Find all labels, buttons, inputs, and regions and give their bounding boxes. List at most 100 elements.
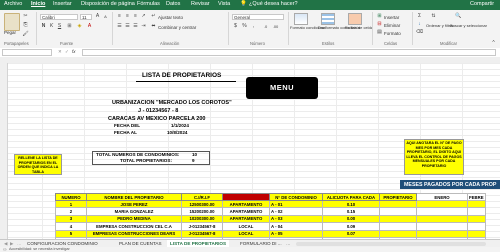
underline-icon[interactable]: S [56,23,63,30]
conditional-format-icon[interactable] [294,13,308,25]
share-button[interactable]: Compartir [470,1,494,7]
menu-vista[interactable]: Vista [218,1,230,7]
menu-inicio[interactable]: Inicio [31,1,45,7]
horizontal-scrollbar[interactable] [296,242,486,246]
find-select-icon[interactable]: 🔍 [455,13,462,20]
format-as-table-icon[interactable] [321,13,335,25]
align-bottom-icon[interactable]: ≡ [132,13,139,20]
clear-icon[interactable]: ⌫ [416,29,423,36]
cell-propietario[interactable] [379,229,417,238]
cell-ci-rif[interactable]: 15200200.00 [181,207,223,216]
indent-icon[interactable]: ⇥ [140,23,147,30]
insert-cells-icon[interactable]: ⊞ [376,13,383,20]
row-headers[interactable] [0,63,8,239]
font-size-select[interactable]: 11 [80,14,92,20]
cell-febrero[interactable] [467,229,486,238]
cell-ci-rif[interactable]: 12500300.00 [181,199,223,209]
cell-condominio[interactable]: A - 03 [269,214,323,224]
fill-icon[interactable]: ↓ [416,21,423,28]
cell-febrero[interactable] [467,214,486,224]
copy-icon[interactable]: ⎘ [22,22,29,29]
cell-enero[interactable] [416,199,468,209]
cell-numero[interactable]: 2 [55,207,87,216]
table-row[interactable]: 4 EMPRESA CONSTRUCCION CEL C.A J-01234567-… [55,222,486,231]
collapse-ribbon-icon[interactable]: ^ [490,40,497,47]
cell-tipo[interactable]: APARTAMENTO [222,214,270,224]
cell-alicuota[interactable]: 0.00 [322,214,380,224]
cell-numero[interactable]: 5 [55,229,87,238]
cell-febrero[interactable] [467,222,486,231]
cell-ci-rif[interactable]: 10200300.00 [181,214,223,224]
col-header-ci-rif[interactable]: C.I/R.I.F [181,193,223,201]
col-header-tipo-inmueble[interactable]: TIPO DE INMUEBLE [222,193,270,201]
grow-font-icon[interactable]: A [94,13,101,20]
menu-disposicion[interactable]: Disposición de página [81,1,135,7]
fill-color-icon[interactable]: ◈ [76,23,83,30]
cell-propietario[interactable] [379,199,417,209]
shrink-font-icon[interactable]: A [102,13,109,20]
cell-enero[interactable] [416,222,468,231]
col-header-febrero[interactable]: FEBRE [467,193,486,201]
merge-center-button[interactable]: Combinar y centrar [158,25,196,30]
cell-nombre[interactable]: MARIA GONZALEZ [86,207,182,216]
col-header-alicuota[interactable]: ALICUOTA PARA CADA [322,193,380,201]
format-painter-icon[interactable]: 🖌 [22,31,29,38]
cell-numero[interactable]: 1 [55,199,87,209]
cell-alicuota[interactable]: 0.10 [322,199,380,209]
col-header-propietario[interactable]: PROPIETARIO [379,193,417,201]
table-row[interactable]: 1 JOSE PEREZ 12500300.00 APARTAMENTO A - 01 0… [55,199,486,209]
cell-nombre[interactable]: JOSE PEREZ [86,199,182,209]
formula-input[interactable] [82,49,496,56]
menu-insertar[interactable]: Insertar [53,1,72,7]
orientation-icon[interactable]: ↗ [140,13,147,20]
col-header-nombre[interactable]: NOMBRE DEL PROPIETARIO [86,193,182,201]
cell-condominio[interactable]: A - 01 [269,199,323,209]
borders-icon[interactable]: ⊞ [66,23,73,30]
align-left-icon[interactable]: ☰ [116,23,123,30]
insert-cells-button[interactable]: Insertar [384,15,399,20]
cell-numero[interactable]: 3 [55,214,87,224]
fecha-del-value[interactable]: 1/1/2024 [171,123,189,128]
cell-febrero[interactable] [467,207,486,216]
cell-alicuota[interactable]: 0.09 [322,222,380,231]
fx-icon[interactable]: fx [72,49,76,54]
format-cells-button[interactable]: Formato [384,31,401,36]
table-row[interactable]: 2 MARIA GONZALEZ 15200200.00 APARTAMENTO A -… [55,207,486,216]
table-row[interactable]: 3 PEDRO MEDINA 10200300.00 APARTAMENTO A - 0… [55,214,486,224]
col-header-numero[interactable]: NUMERO [55,193,87,201]
cell-condominio[interactable]: A - 02 [269,207,323,216]
italic-icon[interactable]: K [48,23,55,30]
paste-icon[interactable] [4,13,20,31]
cell-condominio[interactable]: A - 05 [269,229,323,238]
cell-condominio[interactable]: A - 04 [269,222,323,231]
cut-icon[interactable]: ✂ [22,13,29,20]
font-color-icon[interactable]: A [86,23,93,30]
cell-enero[interactable] [416,207,468,216]
cell-alicuota[interactable]: 0.15 [322,207,380,216]
cell-propietario[interactable] [379,222,417,231]
cell-styles-button[interactable]: Estilos de celda [345,25,373,30]
align-right-icon[interactable]: ☰ [132,23,139,30]
cell-nombre[interactable]: EMPRESAS CONSTRUCCIONES DEARS [86,229,182,238]
cell-ci-rif[interactable]: J-01234567-8 [181,229,223,238]
cell-propietario[interactable] [379,214,417,224]
merge-icon[interactable]: ⬌ [150,23,157,30]
menu-formulas[interactable]: Fórmulas [137,1,160,7]
cell-enero[interactable] [416,214,468,224]
font-name-select[interactable]: Calibri [40,14,78,20]
cell-ci-rif[interactable]: J-01234567-8 [181,222,223,231]
percent-icon[interactable]: % [241,23,248,30]
accessibility-icon[interactable]: ⚇ [3,247,6,252]
sort-filter-icon[interactable]: ⇅ [430,13,437,20]
align-top-icon[interactable]: ≡ [116,13,123,20]
col-header-n-condominio[interactable]: N° DE CONDOMINIO [269,193,323,201]
number-format-select[interactable]: General [232,14,284,20]
increase-decimal-icon[interactable]: .0 [262,23,269,30]
cell-nombre[interactable]: PEDRO MEDINA [86,214,182,224]
table-row[interactable]: 5 EMPRESAS CONSTRUCCIONES DEARS J-01234567… [55,229,486,238]
tell-me-search[interactable]: ¿Qué desea hacer? [249,1,298,7]
cell-numero[interactable]: 4 [55,222,87,231]
cell-tipo[interactable]: LOCAL [222,222,270,231]
menu-revisar[interactable]: Revisar [191,1,210,7]
status-text[interactable]: Accesibilidad: se necesita investigar [9,247,70,251]
